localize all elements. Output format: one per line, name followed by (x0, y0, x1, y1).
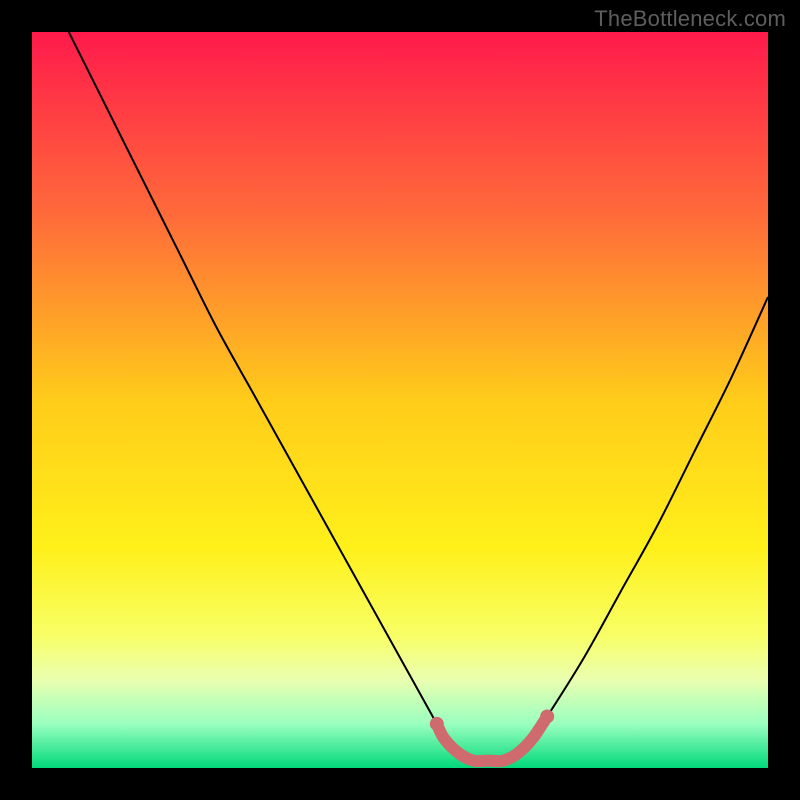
bottleneck-curve (32, 32, 768, 768)
plot-area (32, 32, 768, 768)
chart-container: TheBottleneck.com (0, 0, 800, 800)
watermark-text: TheBottleneck.com (594, 6, 786, 32)
